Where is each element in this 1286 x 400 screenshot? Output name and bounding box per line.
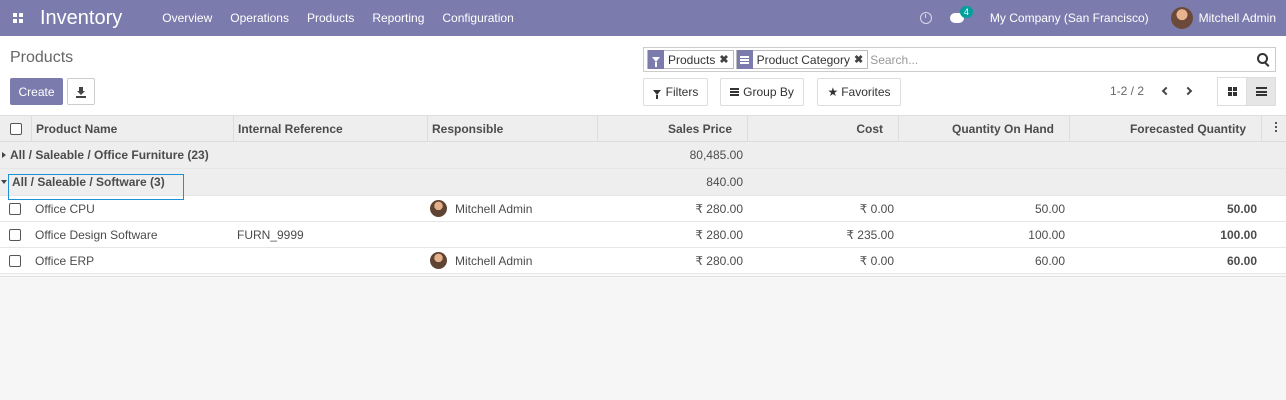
user-menu[interactable]: Mitchell Admin <box>1199 11 1276 25</box>
cell-quantity-on-hand: 100.00 <box>1028 227 1065 242</box>
cell-cost: ₹ 0.00 <box>859 201 894 216</box>
table-row[interactable]: Office CPU Mitchell Admin ₹ 280.00 ₹ 0.0… <box>0 196 1286 222</box>
group-by-button[interactable]: Group By <box>720 78 804 106</box>
avatar <box>430 252 447 269</box>
chat-icon[interactable]: 4 <box>949 6 973 23</box>
search-bar: Products ✖ Product Category ✖ <box>643 47 1276 72</box>
row-checkbox[interactable] <box>9 228 21 241</box>
kanban-view-button[interactable] <box>1218 78 1246 105</box>
page-title: Products <box>10 49 74 66</box>
group-title: All / Saleable / Office Furniture (23) <box>10 148 209 162</box>
chevron-left-icon <box>1161 86 1170 96</box>
groupby-label: Group By <box>743 85 794 99</box>
table-row[interactable]: Office Design Software FURN_9999 ₹ 280.0… <box>0 222 1286 248</box>
view-switcher <box>1217 77 1276 106</box>
table-header: Product Name Internal Reference Responsi… <box>0 116 1286 142</box>
favorites-label: Favorites <box>841 85 891 99</box>
cell-quantity-on-hand: 60.00 <box>1034 253 1065 268</box>
export-button[interactable] <box>67 78 95 105</box>
filter-icon <box>648 50 664 69</box>
row-checkbox[interactable] <box>9 202 21 215</box>
kanban-icon <box>1227 87 1237 96</box>
filters-button[interactable]: Filters <box>643 78 708 106</box>
selection-highlight <box>8 174 184 200</box>
cell-sales-price: ₹ 280.00 <box>695 201 743 216</box>
avatar <box>430 200 447 217</box>
close-icon[interactable]: ✖ <box>719 53 732 66</box>
column-cost[interactable]: Cost <box>748 116 899 142</box>
menu-overview[interactable]: Overview <box>162 11 212 25</box>
user-avatar[interactable] <box>1170 7 1193 29</box>
chat-badge: 4 <box>959 6 973 18</box>
cell-quantity-on-hand: 50.00 <box>1034 201 1065 216</box>
list-view-button[interactable] <box>1246 78 1275 105</box>
cell-cost: ₹ 235.00 <box>846 227 894 242</box>
favorites-button[interactable]: ★ Favorites <box>817 78 901 106</box>
menu-products[interactable]: Products <box>307 11 354 25</box>
menu-configuration[interactable]: Configuration <box>442 11 513 25</box>
column-responsible[interactable]: Responsible <box>428 116 598 142</box>
select-all-checkbox[interactable] <box>9 123 22 135</box>
cell-product-name: Office Design Software <box>35 227 158 242</box>
company-switcher[interactable]: My Company (San Francisco) <box>990 11 1149 25</box>
cell-internal-reference: FURN_9999 <box>237 227 304 242</box>
filters-label: Filters <box>665 85 699 99</box>
table-row[interactable]: Office ERP Mitchell Admin ₹ 280.00 ₹ 0.0… <box>0 248 1286 274</box>
column-product-name[interactable]: Product Name <box>32 116 234 142</box>
pager-value[interactable]: 1-2 / 2 <box>1110 84 1144 98</box>
star-icon: ★ <box>827 85 839 99</box>
cell-responsible: Mitchell Admin <box>455 201 533 216</box>
pager-next-button[interactable] <box>1181 83 1197 99</box>
row-checkbox[interactable] <box>9 254 21 267</box>
download-icon <box>76 86 86 98</box>
cell-forecasted-quantity: 100.00 <box>1220 227 1257 242</box>
group-row-software[interactable]: All / Saleable / Software (3) 840.00 <box>0 169 1286 196</box>
group-row-office-furniture[interactable]: All / Saleable / Office Furniture (23) 8… <box>0 142 1286 169</box>
optional-columns-icon[interactable] <box>1266 122 1286 132</box>
empty-list-area <box>0 276 1286 400</box>
column-forecasted-quantity[interactable]: Forecasted Quantity <box>1070 116 1262 142</box>
facet-product-category[interactable]: Product Category ✖ <box>735 50 869 69</box>
search-input[interactable] <box>870 49 1253 70</box>
top-navbar: Inventory Overview Operations Products R… <box>0 0 1286 36</box>
search-icon[interactable] <box>1253 50 1273 70</box>
menu-reporting[interactable]: Reporting <box>372 11 424 25</box>
caret-down-icon <box>1 180 7 184</box>
group-sales-total: 80,485.00 <box>689 148 743 162</box>
cell-forecasted-quantity: 50.00 <box>1226 201 1257 216</box>
facet-products[interactable]: Products ✖ <box>647 50 734 69</box>
filter-icon <box>652 89 661 99</box>
caret-right-icon <box>2 152 6 158</box>
list-table: Product Name Internal Reference Responsi… <box>0 116 1286 274</box>
facet-label: Product Category <box>756 52 850 67</box>
select-all-checkbox-cell <box>0 116 32 142</box>
pager-previous-button[interactable] <box>1156 83 1172 99</box>
chevron-right-icon <box>1183 86 1192 96</box>
column-internal-reference[interactable]: Internal Reference <box>234 116 428 142</box>
apps-menu-icon[interactable] <box>0 0 36 36</box>
cell-responsible: Mitchell Admin <box>455 253 533 268</box>
bars-icon <box>730 88 740 96</box>
cell-forecasted-quantity: 60.00 <box>1226 253 1257 268</box>
group-sales-total: 840.00 <box>706 175 743 189</box>
control-panel: Products Create Products ✖ Product Categ… <box>0 36 1286 116</box>
group-by-icon <box>736 50 753 69</box>
list-icon <box>1255 87 1267 96</box>
cell-sales-price: ₹ 280.00 <box>695 253 743 268</box>
facet-label: Products <box>668 52 716 67</box>
menu-operations[interactable]: Operations <box>230 11 289 25</box>
activity-clock-icon[interactable] <box>919 12 932 24</box>
cell-cost: ₹ 0.00 <box>859 253 894 268</box>
create-button[interactable]: Create <box>10 78 63 105</box>
column-quantity-on-hand[interactable]: Quantity On Hand <box>899 116 1070 142</box>
column-sales-price[interactable]: Sales Price <box>598 116 748 142</box>
cell-sales-price: ₹ 280.00 <box>695 227 743 242</box>
app-name[interactable]: Inventory <box>40 7 122 30</box>
close-icon[interactable]: ✖ <box>854 53 867 66</box>
cell-product-name: Office ERP <box>35 253 95 268</box>
